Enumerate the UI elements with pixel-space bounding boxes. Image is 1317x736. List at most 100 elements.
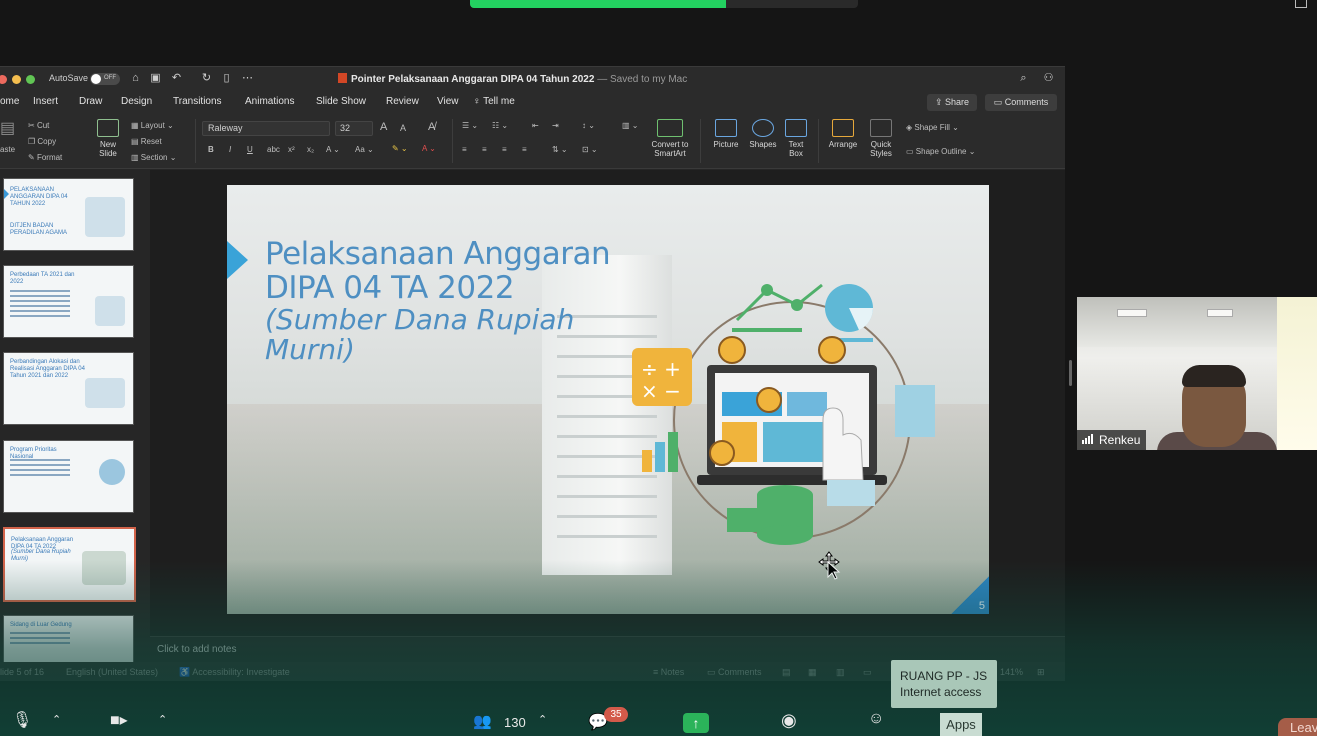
numbering-icon[interactable]: ☷ ⌄ [492, 121, 508, 130]
arrange-button[interactable]: Arrange [825, 119, 861, 149]
tab-view[interactable]: View [437, 96, 459, 107]
tab-transitions[interactable]: Transitions [173, 96, 222, 107]
share-screen-icon[interactable]: ↑ [683, 713, 709, 733]
quick-styles-button[interactable]: Quick Styles [864, 119, 898, 158]
text-direction-icon[interactable]: ⇅ ⌄ [552, 145, 568, 154]
maximize-window-button[interactable] [26, 75, 35, 84]
comments-button[interactable]: ▭ Comments [985, 94, 1057, 111]
slide-thumbnail-2[interactable]: Perbedaan TA 2021 dan 2022 [3, 265, 134, 338]
new-document-icon[interactable]: ▯ [220, 72, 233, 85]
align-left-icon[interactable]: ≡ [462, 145, 467, 154]
participants-count[interactable]: 130 [504, 715, 526, 730]
text-effects-icon[interactable]: A ⌄ [326, 145, 340, 154]
paste-icon[interactable]: ▤ [0, 118, 15, 138]
slide-subtitle[interactable]: (Sumber Dana Rupiah Murni) [265, 305, 645, 365]
save-icon[interactable]: ▣ [149, 72, 162, 85]
notes-pane[interactable]: Click to add notes [150, 636, 1065, 662]
tell-me[interactable]: ♀ Tell me [473, 96, 515, 107]
redo-icon[interactable]: ↻ [200, 72, 213, 85]
layout-button[interactable]: ▦ Layout ⌄ [131, 121, 174, 130]
more-icon[interactable]: ⋯ [241, 72, 254, 85]
panel-resize-handle[interactable] [1069, 360, 1072, 386]
audio-options-chevron-icon[interactable]: ⌃ [52, 713, 61, 726]
record-icon[interactable]: ◉ [781, 710, 797, 731]
section-button[interactable]: ▥ Section ⌄ [131, 153, 176, 162]
new-slide-button[interactable]: New Slide [92, 119, 124, 158]
font-size-select[interactable]: 32 [335, 121, 373, 136]
shapes-button[interactable]: Shapes [745, 119, 781, 149]
subscript-icon[interactable]: x₂ [307, 145, 314, 154]
slideshow-icon[interactable]: ▭ [863, 667, 872, 678]
video-options-chevron-icon[interactable]: ⌃ [158, 713, 167, 726]
strikethrough-icon[interactable]: abc [267, 145, 280, 154]
slide-thumbnail-6[interactable]: Sidang di Luar Gedung [3, 615, 134, 662]
clear-format-icon[interactable]: A̸ [428, 121, 435, 133]
convert-smartart-button[interactable]: Convert to SmartArt [648, 119, 692, 158]
tab-insert[interactable]: Insert [33, 96, 58, 107]
screen-share-banner[interactable] [470, 0, 858, 8]
slide-thumbnail-1[interactable]: PELAKSANAAN ANGGARAN DIPA 04 TAHUN 2022 … [3, 178, 134, 251]
justify-icon[interactable]: ≡ [522, 145, 527, 154]
reactions-icon[interactable]: ☺ [868, 710, 884, 728]
copy-button[interactable]: ❐ Copy [28, 137, 56, 146]
line-spacing-icon[interactable]: ↕ ⌄ [582, 121, 595, 130]
reset-button[interactable]: ▤ Reset [131, 137, 162, 146]
slide-thumbnail-4[interactable]: Program Prioritas Nasional [3, 440, 134, 513]
home-icon[interactable]: ⌂ [129, 72, 142, 85]
align-center-icon[interactable]: ≡ [482, 145, 487, 154]
superscript-icon[interactable]: x² [288, 145, 295, 154]
view-icon[interactable] [1295, 0, 1307, 8]
normal-view-icon[interactable]: ▤ [782, 667, 791, 678]
minimize-window-button[interactable] [12, 75, 21, 84]
slide-canvas[interactable]: Pelaksanaan Anggaran DIPA 04 TA 2022 (Su… [227, 185, 989, 614]
search-icon[interactable]: ⌕ [1017, 72, 1030, 85]
mute-microphone-icon[interactable]: 🎙 [12, 710, 32, 730]
decrease-font-icon[interactable]: A [400, 123, 406, 133]
share-button[interactable]: ⇪ Share [927, 94, 977, 111]
autosave-toggle[interactable]: OFF [90, 73, 120, 85]
accessibility-button[interactable]: ♿ Accessibility: Investigate [179, 667, 290, 678]
zoom-level[interactable]: 141% [1000, 667, 1023, 677]
slide-sorter-icon[interactable]: ▦ [808, 667, 817, 678]
change-case-icon[interactable]: Aa ⌄ [355, 145, 374, 154]
shape-fill-button[interactable]: ◈ Shape Fill ⌄ [906, 123, 959, 132]
account-icon[interactable]: ⚇ [1042, 72, 1055, 85]
participants-chevron-icon[interactable]: ⌃ [538, 713, 547, 726]
align-right-icon[interactable]: ≡ [502, 145, 507, 154]
format-painter-button[interactable]: ✎ Format [28, 153, 62, 162]
tab-review[interactable]: Review [386, 96, 419, 107]
font-color-icon[interactable]: A ⌄ [422, 144, 436, 153]
participants-icon[interactable]: 👥 [473, 712, 492, 730]
video-camera-icon[interactable]: ■▸ [110, 710, 128, 730]
paste-button[interactable]: aste [0, 145, 15, 154]
cut-button[interactable]: ✂ Cut [28, 121, 49, 130]
fit-slide-icon[interactable]: ⊞ [1037, 667, 1045, 678]
align-text-icon[interactable]: ⊡ ⌄ [582, 145, 598, 154]
picture-button[interactable]: Picture [707, 119, 745, 149]
increase-font-icon[interactable]: A [380, 121, 387, 133]
apps-button[interactable]: Apps [940, 713, 982, 736]
underline-icon[interactable]: U [247, 145, 253, 154]
font-name-select[interactable]: Raleway [202, 121, 330, 136]
tab-home[interactable]: ome [0, 96, 19, 107]
notes-button[interactable]: ≡ Notes [653, 667, 684, 677]
reading-view-icon[interactable]: ▥ [836, 667, 845, 678]
slide-thumbnail-5[interactable]: Pelaksanaan Anggaran DIPA 04 TA 2022 (Su… [3, 527, 136, 602]
tab-design[interactable]: Design [121, 96, 152, 107]
undo-icon[interactable]: ↶ [170, 72, 183, 85]
tab-animations[interactable]: Animations [245, 96, 294, 107]
slide-title[interactable]: Pelaksanaan Anggaran DIPA 04 TA 2022 [265, 237, 611, 305]
decrease-indent-icon[interactable]: ⇤ [532, 121, 539, 130]
comments-status-button[interactable]: ▭ Comments [707, 667, 762, 678]
language-indicator[interactable]: English (United States) [66, 667, 158, 677]
participant-video[interactable]: Renkeu [1077, 297, 1317, 450]
bold-icon[interactable]: B [208, 145, 214, 154]
increase-indent-icon[interactable]: ⇥ [552, 121, 559, 130]
close-window-button[interactable] [0, 75, 7, 84]
highlight-icon[interactable]: ✎ ⌄ [392, 144, 408, 153]
slide-thumbnail-3[interactable]: Perbandingan Alokasi dan Realisasi Angga… [3, 352, 134, 425]
columns-icon[interactable]: ▥ ⌄ [622, 121, 638, 130]
leave-meeting-button[interactable]: Leave [1278, 718, 1317, 736]
text-box-button[interactable]: Text Box [782, 119, 810, 158]
tab-slide-show[interactable]: Slide Show [316, 96, 366, 107]
